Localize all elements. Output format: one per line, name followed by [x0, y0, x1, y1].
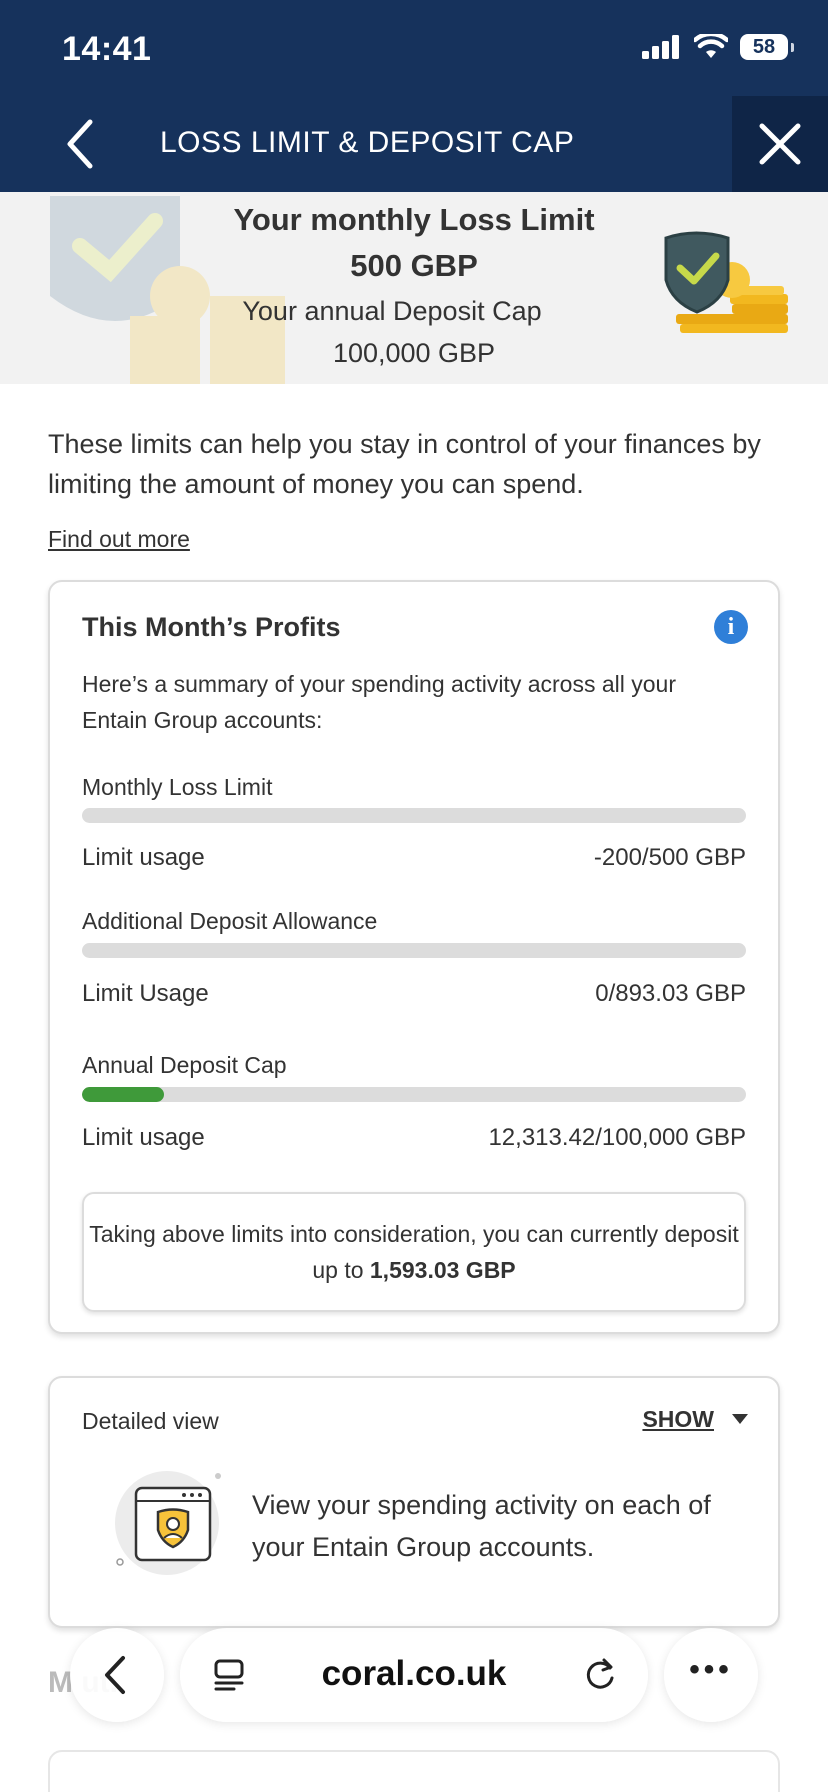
close-button[interactable]: [732, 96, 828, 192]
partial-card: [48, 1750, 780, 1792]
status-time: 14:41: [62, 30, 152, 68]
back-chevron-icon[interactable]: [54, 114, 114, 174]
usage-row-monthly-loss: Limit usage -200/500 GBP: [82, 844, 746, 872]
usage-value: 0/893.03 GBP: [595, 980, 746, 1007]
monthly-loss-limit-value: 500 GBP: [350, 248, 478, 283]
usage-row-additional-deposit: Limit Usage 0/893.03 GBP: [82, 980, 746, 1008]
browser-back-button[interactable]: [70, 1628, 164, 1722]
status-bar: 14:41 58: [0, 0, 828, 96]
limit-label-monthly-loss: Monthly Loss Limit: [82, 774, 273, 800]
reload-icon[interactable]: [580, 1654, 620, 1694]
this-months-profits-card: This Month’s Profits i Here’s a summary …: [48, 580, 780, 1334]
account-browser-illustration-icon: [115, 1471, 221, 1575]
usage-label: Limit usage: [82, 844, 205, 871]
address-bar[interactable]: coral.co.uk: [180, 1628, 648, 1722]
intro-text: These limits can help you stay in contro…: [48, 429, 761, 499]
close-icon: [759, 123, 801, 165]
status-icons: 58: [642, 34, 794, 60]
limit-label-additional-deposit: Additional Deposit Allowance: [82, 908, 378, 934]
profits-card-title: This Month’s Profits: [82, 612, 341, 642]
progress-bar-additional-deposit: [82, 943, 746, 958]
wifi-icon: [694, 34, 728, 58]
usage-value: 12,313.42/100,000 GBP: [488, 1124, 746, 1151]
deposit-note-amount: 1,593.03 GBP: [369, 1257, 516, 1283]
deposit-available-note: Taking above limits into consideration, …: [82, 1192, 746, 1312]
limits-summary-banner: Your monthly Loss Limit 500 GBP Your ann…: [0, 192, 828, 384]
progress-fill-annual-deposit-cap: [82, 1087, 164, 1102]
monthly-loss-limit-heading: Your monthly Loss Limit: [233, 202, 595, 237]
detailed-view-label: Detailed view: [82, 1408, 219, 1434]
detailed-view-description: View your spending activity on each of y…: [252, 1490, 711, 1562]
profits-card-subtitle: Here’s a summary of your spending activi…: [82, 671, 676, 733]
chevron-left-icon: [105, 1656, 125, 1694]
find-out-more-link[interactable]: Find out more: [48, 526, 190, 553]
signal-icon: [642, 35, 679, 59]
page-title: LOSS LIMIT & DEPOSIT CAP: [160, 126, 575, 159]
nav-bar: LOSS LIMIT & DEPOSIT CAP: [0, 96, 828, 192]
usage-value: -200/500 GBP: [593, 844, 746, 871]
info-icon[interactable]: i: [714, 610, 748, 644]
usage-label: Limit usage: [82, 1124, 205, 1151]
progress-bar-monthly-loss: [82, 808, 746, 823]
more-options-button[interactable]: •••: [664, 1628, 758, 1722]
progress-bar-annual-deposit-cap: [82, 1087, 746, 1102]
annual-deposit-cap-heading: Your annual Deposit Cap: [242, 296, 542, 326]
show-toggle-button[interactable]: SHOW: [642, 1406, 714, 1433]
limit-label-annual-deposit-cap: Annual Deposit Cap: [82, 1052, 287, 1078]
more-dots-icon: •••: [689, 1653, 733, 1686]
detailed-view-card: Detailed view SHOW View your spending ac…: [48, 1376, 780, 1628]
url-text: coral.co.uk: [321, 1654, 507, 1693]
caret-down-icon[interactable]: [732, 1414, 748, 1424]
usage-label: Limit Usage: [82, 980, 209, 1007]
usage-row-annual-deposit-cap: Limit usage 12,313.42/100,000 GBP: [82, 1124, 746, 1152]
battery-icon: 58: [740, 34, 794, 60]
annual-deposit-cap-value: 100,000 GBP: [332, 338, 496, 368]
